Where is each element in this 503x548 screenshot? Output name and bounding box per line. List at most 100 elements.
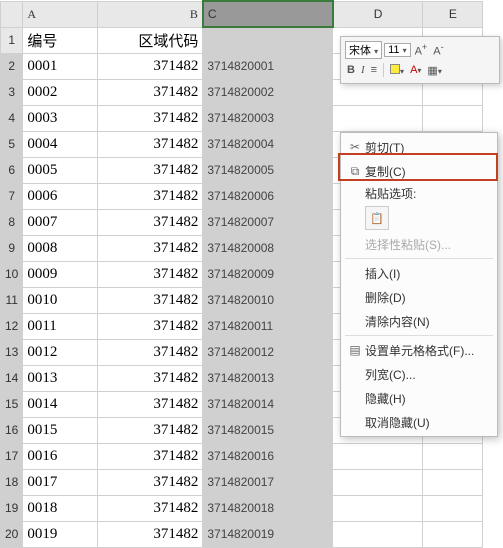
row-header[interactable]: 16 bbox=[1, 417, 23, 443]
row-header[interactable]: 1 bbox=[1, 27, 23, 53]
cell[interactable]: 371482 bbox=[98, 105, 203, 131]
ctx-unhide[interactable]: 取消隐藏(U) bbox=[341, 410, 497, 434]
cell[interactable]: 0017 bbox=[23, 469, 98, 495]
cell[interactable]: 371482 bbox=[98, 183, 203, 209]
cell[interactable] bbox=[423, 521, 483, 547]
row-header[interactable]: 11 bbox=[1, 287, 23, 313]
font-size-select[interactable]: 11 ▾ bbox=[384, 43, 411, 57]
row-header[interactable]: 19 bbox=[1, 495, 23, 521]
col-header-B[interactable]: B bbox=[98, 1, 203, 27]
row-header[interactable]: 20 bbox=[1, 521, 23, 547]
row-header[interactable]: 3 bbox=[1, 79, 23, 105]
cell[interactable]: 0011 bbox=[23, 313, 98, 339]
font-color-button[interactable]: A▾ bbox=[408, 64, 423, 76]
select-all-corner[interactable] bbox=[1, 1, 23, 27]
cell[interactable]: 371482 bbox=[98, 417, 203, 443]
cell[interactable] bbox=[333, 105, 423, 131]
cell[interactable] bbox=[333, 495, 423, 521]
italic-button[interactable]: I bbox=[359, 64, 367, 76]
cell[interactable]: 3714820013 bbox=[203, 365, 333, 391]
cell[interactable]: 区域代码 bbox=[98, 27, 203, 53]
cell[interactable]: 3714820010 bbox=[203, 287, 333, 313]
ctx-format-cells[interactable]: ▤设置单元格格式(F)... bbox=[341, 338, 497, 362]
row-header[interactable]: 7 bbox=[1, 183, 23, 209]
ctx-paste-button[interactable]: 📋 bbox=[365, 206, 389, 230]
cell[interactable]: 0019 bbox=[23, 521, 98, 547]
cell[interactable]: 371482 bbox=[98, 365, 203, 391]
ctx-delete[interactable]: 删除(D) bbox=[341, 285, 497, 309]
ctx-clear[interactable]: 清除内容(N) bbox=[341, 309, 497, 333]
increase-font-button[interactable]: A+ bbox=[413, 42, 430, 58]
cell[interactable]: 3714820017 bbox=[203, 469, 333, 495]
ctx-copy[interactable]: ⧉复制(C) bbox=[341, 159, 497, 183]
ctx-hide[interactable]: 隐藏(H) bbox=[341, 386, 497, 410]
cell[interactable]: 371482 bbox=[98, 79, 203, 105]
row-header[interactable]: 4 bbox=[1, 105, 23, 131]
align-button[interactable]: ≡ bbox=[369, 64, 379, 76]
cell[interactable]: 0010 bbox=[23, 287, 98, 313]
cell[interactable]: 3714820004 bbox=[203, 131, 333, 157]
cell[interactable]: 371482 bbox=[98, 469, 203, 495]
row-header[interactable]: 18 bbox=[1, 469, 23, 495]
cell[interactable]: 3714820016 bbox=[203, 443, 333, 469]
cell[interactable] bbox=[423, 105, 483, 131]
cell[interactable]: 3714820019 bbox=[203, 521, 333, 547]
ctx-column-width[interactable]: 列宽(C)... bbox=[341, 362, 497, 386]
row-header[interactable]: 17 bbox=[1, 443, 23, 469]
cell[interactable]: 371482 bbox=[98, 287, 203, 313]
cell[interactable]: 0002 bbox=[23, 79, 98, 105]
border-button[interactable]: ▦▾ bbox=[425, 64, 443, 77]
col-header-E[interactable]: E bbox=[423, 1, 483, 27]
cell[interactable]: 371482 bbox=[98, 339, 203, 365]
cell[interactable]: 371482 bbox=[98, 209, 203, 235]
cell[interactable]: 3714820015 bbox=[203, 417, 333, 443]
cell[interactable]: 0006 bbox=[23, 183, 98, 209]
cell[interactable]: 371482 bbox=[98, 235, 203, 261]
row-header[interactable]: 12 bbox=[1, 313, 23, 339]
cell[interactable]: 0003 bbox=[23, 105, 98, 131]
cell[interactable]: 371482 bbox=[98, 261, 203, 287]
ctx-insert[interactable]: 插入(I) bbox=[341, 261, 497, 285]
row-header[interactable]: 15 bbox=[1, 391, 23, 417]
cell[interactable] bbox=[423, 443, 483, 469]
cell[interactable]: 371482 bbox=[98, 391, 203, 417]
cell[interactable]: 0001 bbox=[23, 53, 98, 79]
cell[interactable]: 371482 bbox=[98, 131, 203, 157]
cell[interactable]: 3714820009 bbox=[203, 261, 333, 287]
cell[interactable]: 0008 bbox=[23, 235, 98, 261]
cell[interactable]: 0005 bbox=[23, 157, 98, 183]
cell[interactable]: 3714820005 bbox=[203, 157, 333, 183]
cell[interactable]: 3714820006 bbox=[203, 183, 333, 209]
row-header[interactable]: 14 bbox=[1, 365, 23, 391]
row-header[interactable]: 5 bbox=[1, 131, 23, 157]
bold-button[interactable]: B bbox=[345, 64, 357, 76]
cell[interactable]: 371482 bbox=[98, 53, 203, 79]
cell[interactable]: 3714820012 bbox=[203, 339, 333, 365]
font-family-select[interactable]: 宋体 ▾ bbox=[345, 41, 382, 59]
cell[interactable] bbox=[333, 443, 423, 469]
cell[interactable]: 3714820018 bbox=[203, 495, 333, 521]
cell[interactable]: 3714820007 bbox=[203, 209, 333, 235]
cell[interactable]: 0007 bbox=[23, 209, 98, 235]
cell[interactable] bbox=[423, 495, 483, 521]
cell[interactable]: 371482 bbox=[98, 443, 203, 469]
fill-color-button[interactable]: ▾ bbox=[388, 64, 406, 77]
row-header[interactable]: 2 bbox=[1, 53, 23, 79]
cell[interactable]: 371482 bbox=[98, 495, 203, 521]
cell[interactable] bbox=[203, 27, 333, 53]
cell[interactable]: 编号 bbox=[23, 27, 98, 53]
ctx-cut[interactable]: ✂剪切(T) bbox=[341, 135, 497, 159]
cell[interactable]: 3714820002 bbox=[203, 79, 333, 105]
cell[interactable]: 0013 bbox=[23, 365, 98, 391]
col-header-D[interactable]: D bbox=[333, 1, 423, 27]
cell[interactable]: 0014 bbox=[23, 391, 98, 417]
cell[interactable]: 0009 bbox=[23, 261, 98, 287]
row-header[interactable]: 10 bbox=[1, 261, 23, 287]
cell[interactable]: 371482 bbox=[98, 313, 203, 339]
cell[interactable]: 0012 bbox=[23, 339, 98, 365]
cell[interactable]: 371482 bbox=[98, 521, 203, 547]
cell[interactable]: 3714820001 bbox=[203, 53, 333, 79]
cell[interactable]: 3714820003 bbox=[203, 105, 333, 131]
cell[interactable]: 3714820008 bbox=[203, 235, 333, 261]
cell[interactable]: 3714820014 bbox=[203, 391, 333, 417]
